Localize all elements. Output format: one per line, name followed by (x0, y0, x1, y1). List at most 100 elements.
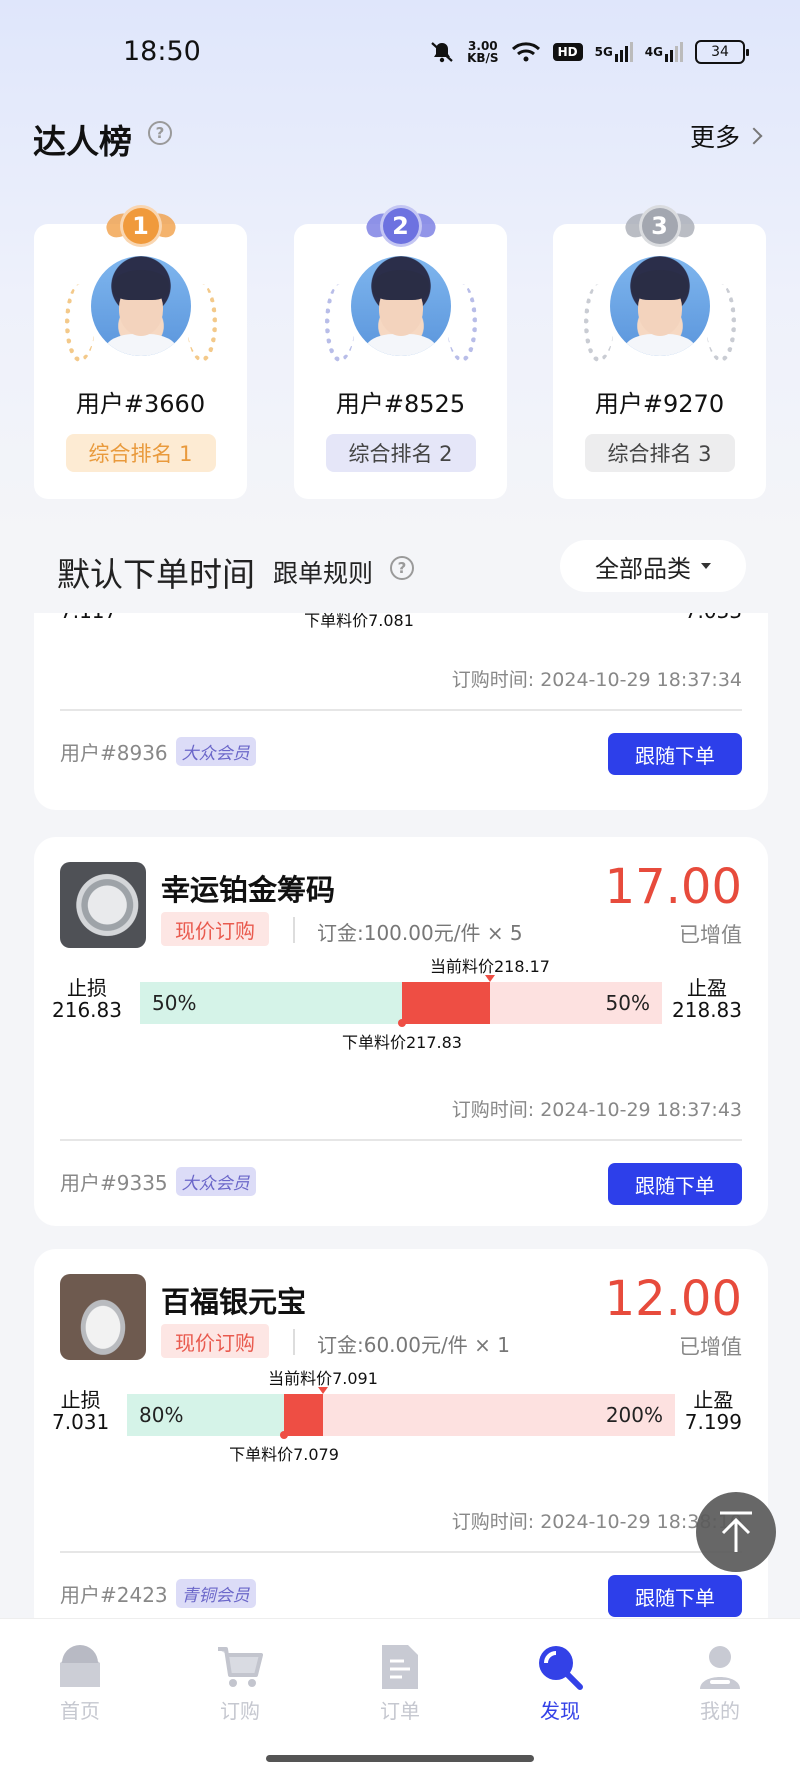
rank-card[interactable]: 2 用户#8525 综合排名 2 (294, 205, 507, 499)
order-list[interactable]: 7.117 7.033 下单料价7.081 订购时间: 2024-10-29 1… (0, 613, 800, 1618)
avatar (90, 256, 191, 356)
order-card: 7.117 7.033 下单料价7.081 订购时间: 2024-10-29 1… (34, 613, 768, 810)
filter-row: 默认下单时间 跟单规则 ? 全部品类 (0, 540, 800, 600)
deposit-info: 订金:100.00元/件 × 5 (317, 921, 523, 945)
stop-loss-value: 7.117 (60, 613, 117, 622)
rule-help-icon[interactable]: ? (390, 556, 414, 580)
page-title: 达人榜 (33, 122, 132, 161)
hd-voice-icon: HD (552, 43, 583, 61)
tab-home[interactable]: 首页 (30, 1643, 130, 1724)
category-label: 全部品类 (595, 554, 691, 583)
document-icon (376, 1643, 424, 1691)
current-range-fill (284, 1394, 323, 1436)
laurel-icon (64, 284, 95, 362)
rank-badge: 综合排名 1 (65, 434, 216, 472)
medal-icon: 1 (102, 202, 179, 250)
avatar-frame (580, 252, 740, 372)
search-icon (536, 1643, 584, 1691)
order-type-tag: 现价订购 (161, 912, 269, 946)
divider (60, 1551, 742, 1553)
follow-order-button[interactable]: 跟随下单 (608, 1575, 742, 1617)
order-price-label: 下单料价217.83 (342, 1033, 462, 1052)
take-profit: 止盈 7.199 (684, 1388, 742, 1434)
product-image (60, 862, 146, 948)
home-icon (56, 1643, 104, 1691)
left-percent: 50% (152, 991, 197, 1015)
current-price-label: 当前料价7.091 (268, 1369, 378, 1388)
laurel-icon (324, 284, 355, 362)
rank-badge: 综合排名 2 (325, 434, 476, 472)
laurel-icon (705, 284, 736, 362)
take-profit-value: 7.033 (685, 613, 742, 622)
medal-number: 3 (638, 205, 681, 247)
avatar (609, 256, 710, 356)
product-name: 百福银元宝 (161, 1285, 307, 1319)
follow-order-button[interactable]: 跟随下单 (608, 733, 742, 775)
left-percent: 80% (139, 1403, 184, 1427)
deposit-info: 订金:60.00元/件 × 1 (317, 1333, 510, 1357)
mute-bell-icon (429, 40, 455, 64)
product-name: 幸运铂金筹码 (161, 873, 336, 907)
order-card: 幸运铂金筹码 17.00 已增值 现价订购 订金:100.00元/件 × 5 止… (34, 837, 768, 1226)
rank-card[interactable]: 3 用户#9270 综合排名 3 (553, 205, 766, 499)
chevron-right-icon (745, 127, 763, 145)
card-user: 用户#8936 大众会员 (60, 737, 256, 766)
category-dropdown[interactable]: 全部品类 (560, 540, 746, 592)
tab-orders[interactable]: 订单 (350, 1643, 450, 1724)
tab-profile[interactable]: 我的 (670, 1643, 770, 1724)
avatar (350, 256, 451, 356)
tab-discover[interactable]: 发现 (510, 1643, 610, 1724)
order-price-label: 下单料价7.079 (229, 1445, 339, 1464)
avatar-frame (321, 252, 481, 372)
price-range-bar: 80% 200% 当前料价7.091 下单料价7.079 (127, 1369, 675, 1464)
divider (293, 917, 295, 943)
home-indicator (266, 1755, 534, 1762)
user-icon (696, 1643, 744, 1691)
rank-username: 用户#3660 (75, 390, 206, 418)
current-price-marker (485, 975, 495, 982)
follow-order-button[interactable]: 跟随下单 (608, 1163, 742, 1205)
silver-ingot-image (60, 1274, 146, 1360)
status-time: 18:50 (123, 36, 201, 67)
price-range: 止损 7.031 止盈 7.199 80% 200% 当前料价7.091 下单料… (34, 1369, 768, 1467)
rank-username: 用户#9270 (594, 390, 725, 418)
cart-icon (216, 1643, 264, 1691)
more-link[interactable]: 更多 (690, 118, 763, 154)
member-badge: 青铜会员 (175, 1579, 256, 1608)
member-badge: 大众会员 (175, 737, 256, 766)
card-user: 用户#2423 青铜会员 (60, 1579, 256, 1608)
current-price-label: 当前料价218.17 (430, 957, 550, 976)
member-badge: 大众会员 (175, 1167, 256, 1196)
medal-number: 1 (119, 205, 162, 247)
order-type-tag: 现价订购 (161, 1324, 269, 1358)
increase-label: 已增值 (679, 1335, 742, 1359)
wifi-icon (511, 41, 541, 63)
divider (60, 709, 742, 711)
medal-icon: 3 (621, 202, 698, 250)
avatar-frame (61, 252, 221, 372)
divider (293, 1329, 295, 1355)
stop-loss: 止损 216.83 (52, 976, 122, 1022)
help-icon[interactable]: ? (148, 121, 172, 145)
signal-5g-icon: 5G (595, 42, 633, 62)
signal-4g-icon: 4G (645, 42, 683, 62)
back-to-top-button[interactable] (696, 1492, 776, 1572)
follow-rule-link[interactable]: 跟单规则 (273, 554, 373, 590)
price-range: 止损 216.83 止盈 218.83 50% 50% 当前料价218.17 下… (34, 957, 768, 1055)
right-percent: 200% (605, 1403, 663, 1427)
current-range-fill (402, 982, 490, 1024)
card-user: 用户#9335 大众会员 (60, 1167, 256, 1196)
product-price: 12.00 (604, 1271, 742, 1327)
stop-loss: 止损 7.031 (52, 1388, 110, 1434)
right-percent: 50% (605, 991, 650, 1015)
tab-purchase[interactable]: 订购 (190, 1643, 290, 1724)
user-id: 用户#2423 (60, 1583, 168, 1607)
rank-username: 用户#8525 (335, 390, 466, 418)
divider (60, 1139, 742, 1141)
sort-default-time[interactable]: 默认下单时间 (57, 548, 255, 596)
arrow-up-icon (720, 1511, 752, 1552)
order-time: 订购时间: 2024-10-29 18:37:43 (451, 1099, 742, 1121)
order-price-label: 下单料价7.081 (304, 613, 414, 630)
rank-card[interactable]: 1 用户#3660 综合排名 1 (34, 205, 247, 499)
rank-badge: 综合排名 3 (584, 434, 735, 472)
